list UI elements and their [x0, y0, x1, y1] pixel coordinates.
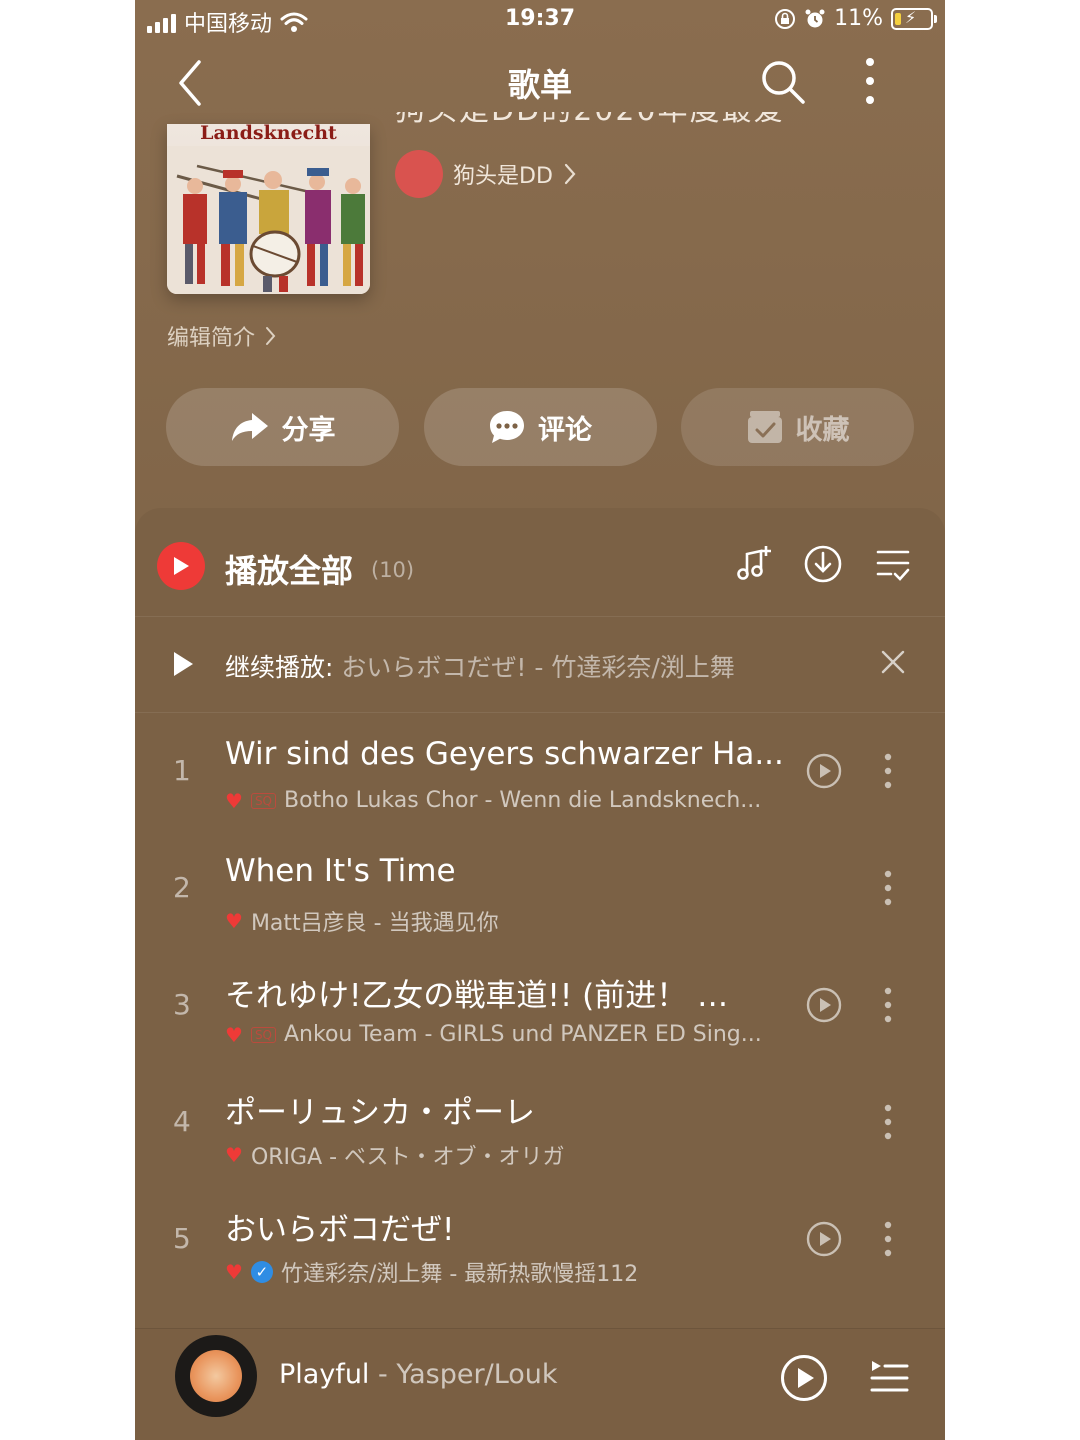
- share-label: 分享: [281, 414, 336, 446]
- status-bar: 中国移动 19:37 11% ⚡: [135, 0, 945, 44]
- comment-label: 评论: [538, 414, 592, 446]
- liked-heart-icon: ♥: [225, 1143, 243, 1167]
- play-pause-icon[interactable]: [779, 1353, 829, 1403]
- app-screen: 中国移动 19:37 11% ⚡ 歌单 Landsknecht 狗头是DD 编辑…: [135, 0, 945, 1440]
- mv-play-icon[interactable]: [805, 986, 843, 1024]
- now-playing-info[interactable]: Playful - Yasper/Louk: [279, 1359, 558, 1390]
- resume-play-icon[interactable]: [171, 650, 195, 678]
- alarm-icon: [805, 9, 825, 27]
- quality-badge: SQ: [250, 792, 276, 809]
- album-art: [190, 1350, 242, 1402]
- track-subtitle: ♥ ✓ 竹達彩奈/渕上舞 - 最新热歌慢摇112: [225, 1256, 638, 1288]
- collect-button[interactable]: 收藏: [681, 388, 914, 466]
- track-more-icon[interactable]: [883, 1103, 893, 1141]
- track-number: 1: [173, 754, 191, 787]
- battery-icon: ⚡: [891, 7, 937, 30]
- creator-avatar[interactable]: [395, 150, 443, 198]
- playlist-queue-icon[interactable]: [869, 1357, 909, 1395]
- resume-song: おいらボコだぜ! - 竹達彩奈/渕上舞: [341, 653, 735, 682]
- track-row[interactable]: 2 When It's Time ♥ Matt吕彦良 - 当我遇见你: [135, 829, 945, 946]
- resume-label: 继续播放:: [225, 653, 334, 682]
- multi-select-icon[interactable]: [875, 544, 911, 584]
- share-icon: [231, 413, 268, 441]
- close-icon[interactable]: [879, 648, 907, 676]
- now-playing-disc[interactable]: [175, 1335, 257, 1417]
- now-playing-separator: -: [369, 1359, 397, 1390]
- track-more-icon[interactable]: [883, 1220, 893, 1258]
- playlist-title: 狗头是DD的2020年度最爱: [395, 112, 795, 130]
- play-all-label: 播放全部: [225, 552, 354, 590]
- verified-icon: ✓: [250, 1261, 273, 1283]
- edit-intro-link[interactable]: 编辑简介: [167, 320, 277, 352]
- track-row[interactable]: 3 それゆけ!乙女の戦車道!! (前进！ … ♥ SQ Ankou Team -…: [135, 946, 945, 1063]
- battery-percent: 11%: [834, 6, 883, 31]
- track-artist-album: Botho Lukas Chor - Wenn die Landsknech..…: [284, 788, 762, 813]
- track-number: 2: [173, 871, 191, 904]
- liked-heart-icon: ♥: [225, 1260, 243, 1284]
- track-title: おいらボコだぜ!: [225, 1212, 455, 1248]
- track-subtitle: ♥ ORIGA - ベスト・オブ・オリガ: [225, 1139, 565, 1171]
- quality-badge: SQ: [250, 1026, 276, 1043]
- track-title: When It's Time: [225, 853, 456, 889]
- track-title: ポーリュシカ・ポーレ: [225, 1095, 535, 1131]
- playlist-cover[interactable]: Landsknecht singen: [167, 124, 370, 294]
- action-buttons: 分享 评论 收藏: [166, 388, 914, 466]
- track-subtitle: ♥ Matt吕彦良 - 当我遇见你: [225, 905, 499, 937]
- track-more-icon[interactable]: [883, 986, 893, 1024]
- comment-button[interactable]: 评论: [423, 388, 657, 466]
- track-number: 4: [173, 1105, 191, 1138]
- track-title: Wir sind des Geyers schwarzer Ha...: [225, 736, 784, 772]
- track-more-icon[interactable]: [883, 869, 893, 907]
- collect-icon: [747, 411, 782, 443]
- play-all-row[interactable]: 播放全部 (10): [135, 508, 945, 617]
- download-icon[interactable]: [803, 544, 843, 584]
- chevron-right-icon: [564, 163, 576, 185]
- collect-label: 收藏: [795, 414, 850, 446]
- cover-illustration: [167, 146, 370, 294]
- creator-name[interactable]: 狗头是DD: [453, 158, 553, 190]
- track-artist-album: 竹達彩奈/渕上舞 - 最新热歌慢摇112: [280, 1262, 639, 1287]
- add-song-icon[interactable]: [733, 544, 773, 584]
- play-all-button[interactable]: [157, 542, 205, 590]
- liked-heart-icon: ♥: [225, 1022, 243, 1047]
- resume-text: 继续播放: おいらボコだぜ! - 竹達彩奈/渕上舞: [225, 648, 735, 684]
- mv-play-icon[interactable]: [805, 752, 843, 790]
- track-row[interactable]: 1 Wir sind des Geyers schwarzer Ha... ♥ …: [135, 712, 945, 829]
- track-artist-album: ORIGA - ベスト・オブ・オリガ: [250, 1145, 565, 1170]
- track-count: (10): [371, 558, 415, 582]
- track-row[interactable]: 5 おいらボコだぜ! ♥ ✓ 竹達彩奈/渕上舞 - 最新热歌慢摇112: [135, 1180, 945, 1297]
- mini-player[interactable]: Playful - Yasper/Louk: [135, 1328, 945, 1440]
- play-icon: [174, 557, 189, 575]
- edit-intro-label: 编辑简介: [167, 326, 256, 351]
- orientation-lock-icon: [775, 8, 796, 29]
- share-button[interactable]: 分享: [166, 388, 399, 466]
- search-icon[interactable]: [759, 58, 807, 106]
- status-right: 11% ⚡: [774, 6, 937, 31]
- creator-row[interactable]: 狗头是DD: [395, 150, 577, 198]
- track-title: それゆけ!乙女の戦車道!! (前进！ …: [225, 978, 729, 1014]
- nav-bar: 歌单: [135, 44, 945, 120]
- now-playing-song: Playful: [279, 1359, 370, 1390]
- track-number: 5: [173, 1222, 191, 1255]
- track-subtitle: ♥ SQ Ankou Team - GIRLS und PANZER ED Si…: [225, 1022, 762, 1047]
- comment-icon: [490, 411, 524, 443]
- liked-heart-icon: ♥: [225, 909, 243, 933]
- track-subtitle: ♥ SQ Botho Lukas Chor - Wenn die Landskn…: [225, 788, 761, 813]
- track-artist-album: Ankou Team - GIRLS und PANZER ED Sing...: [284, 1022, 762, 1047]
- page-title: 歌单: [507, 66, 572, 104]
- liked-heart-icon: ♥: [225, 788, 243, 813]
- track-more-icon[interactable]: [883, 752, 893, 790]
- more-icon[interactable]: [863, 56, 877, 106]
- resume-playback-row[interactable]: 继续播放: おいらボコだぜ! - 竹達彩奈/渕上舞: [135, 616, 945, 713]
- mv-play-icon[interactable]: [805, 1220, 843, 1258]
- track-artist-album: Matt吕彦良 - 当我遇见你: [250, 911, 499, 936]
- now-playing-artist: Yasper/Louk: [396, 1359, 558, 1390]
- chevron-right-icon: [266, 327, 276, 345]
- track-number: 3: [173, 988, 191, 1021]
- track-row[interactable]: 4 ポーリュシカ・ポーレ ♥ ORIGA - ベスト・オブ・オリガ: [135, 1063, 945, 1180]
- track-list-panel: 播放全部 (10) 继续播放: おいらボコだぜ! - 竹達彩奈/渕上舞 1 Wi…: [135, 508, 945, 1340]
